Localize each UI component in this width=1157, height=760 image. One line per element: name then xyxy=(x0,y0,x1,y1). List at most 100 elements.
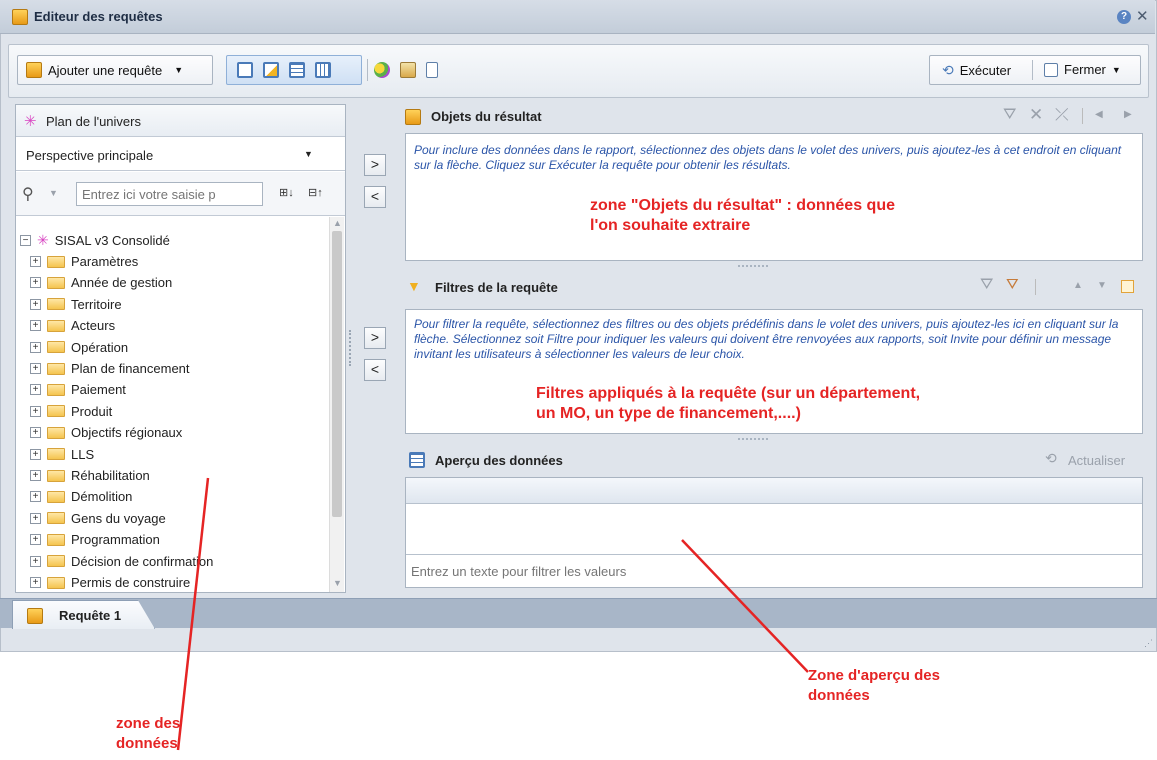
add-result-object-button[interactable]: > xyxy=(364,154,386,176)
add-filter-button[interactable]: > xyxy=(364,327,386,349)
perspective-value: Perspective principale xyxy=(26,148,154,163)
view-script-icon[interactable] xyxy=(426,62,438,78)
tree-scrollbar[interactable]: ▲ ▼ xyxy=(329,217,344,592)
filters-view-icon[interactable] xyxy=(263,62,279,78)
remove-result-object-button[interactable]: < xyxy=(364,186,386,208)
close-query-button[interactable]: Fermer ▼ xyxy=(1044,62,1121,77)
combined-queries-icon[interactable] xyxy=(374,62,390,78)
move-left-icon[interactable]: ◀ xyxy=(1095,109,1103,120)
scroll-down-icon[interactable]: ▼ xyxy=(333,578,342,588)
tree-folder-item[interactable]: + Territoire xyxy=(30,294,122,315)
filter-properties-icon[interactable] xyxy=(1121,280,1134,293)
refresh-icon[interactable]: ⟲ xyxy=(1045,450,1057,467)
splitter-grip[interactable] xyxy=(738,438,768,440)
expand-toggle-icon[interactable]: + xyxy=(30,491,41,503)
folder-icon xyxy=(47,405,65,418)
expand-toggle-icon[interactable]: + xyxy=(30,298,41,310)
object-filter-icon[interactable]: ⚲ xyxy=(22,184,34,204)
annotation-result-line1: zone "Objets du résultat" : données que xyxy=(590,197,895,214)
tree-folder-item[interactable]: + Objectifs régionaux xyxy=(30,422,182,443)
universe-panel-header: ✳ Plan de l'univers xyxy=(16,105,345,137)
tree-folder-item[interactable]: + Décision de confirmation xyxy=(30,551,213,572)
tree-folder-item[interactable]: + Acteurs xyxy=(30,315,115,336)
universe-search-bar: ⚲ ▼ ⊞↓ ⊟↑ xyxy=(16,172,345,216)
result-objects-view-icon[interactable] xyxy=(237,62,253,78)
tree-folder-item[interactable]: + Année de gestion xyxy=(30,272,172,293)
toolbar-separator xyxy=(1032,60,1033,80)
tree-folder-label: Démolition xyxy=(71,489,133,505)
tree-folder-item[interactable]: + LLS xyxy=(30,444,94,465)
tree-folder-label: Permis de construire xyxy=(71,575,191,590)
tree-folder-item[interactable]: + Paiement xyxy=(30,379,126,400)
data-grid-view-icon[interactable] xyxy=(289,62,305,78)
tree-folder-item[interactable]: + Permis de construire xyxy=(30,572,190,592)
expand-toggle-icon[interactable]: + xyxy=(30,577,41,588)
tree-folder-item[interactable]: + Réhabilitation xyxy=(30,465,150,486)
refresh-label[interactable]: Actualiser xyxy=(1068,453,1125,468)
expand-toggle-icon[interactable]: + xyxy=(30,512,41,524)
expand-toggle-icon[interactable]: + xyxy=(30,534,41,546)
expand-toggle-icon[interactable]: + xyxy=(30,341,41,353)
move-right-icon[interactable]: ▶ xyxy=(1124,109,1132,120)
add-filter-icon[interactable]: ⛛ xyxy=(1003,106,1016,124)
query-filters-hint: Pour filtrer la requête, sélectionnez de… xyxy=(414,317,1119,361)
run-query-button[interactable]: ⟲ Exécuter xyxy=(942,62,1011,79)
tree-root[interactable]: − ✳ SISAL v3 Consolidé xyxy=(20,230,170,251)
scroll-up-icon[interactable]: ▲ xyxy=(333,218,342,228)
expand-toggle-icon[interactable]: + xyxy=(30,470,41,481)
chevron-down-icon: ▼ xyxy=(304,149,313,159)
tree-folder-item[interactable]: + Opération xyxy=(30,337,128,358)
chevron-down-icon[interactable]: ▼ xyxy=(49,188,58,198)
annotation-data-line2: données xyxy=(116,735,178,752)
scrollbar-thumb[interactable] xyxy=(332,231,342,517)
tree-folder-label: LLS xyxy=(71,446,95,462)
predefined-filter-icon[interactable]: ⛛ xyxy=(1006,276,1019,293)
splitter-grip[interactable] xyxy=(349,330,352,366)
expand-toggle-icon[interactable]: + xyxy=(30,363,41,374)
query-properties-icon[interactable] xyxy=(400,62,416,78)
annotation-preview-line2: données xyxy=(808,687,870,704)
collapse-all-icon[interactable]: ⊟↑ xyxy=(308,186,323,199)
tree-folder-item[interactable]: + Programmation xyxy=(30,529,160,550)
universe-panel-title: Plan de l'univers xyxy=(46,114,141,129)
universe-search-input[interactable] xyxy=(76,182,263,206)
folder-icon xyxy=(47,341,65,354)
tree-folder-item[interactable]: + Gens du voyage xyxy=(30,508,166,529)
expand-toggle-icon[interactable]: + xyxy=(30,448,41,460)
expand-toggle-icon[interactable]: + xyxy=(30,320,41,332)
tree-folder-label: Gens du voyage xyxy=(71,510,166,526)
expand-toggle-icon[interactable]: + xyxy=(30,427,41,439)
preview-view-icon[interactable] xyxy=(315,62,331,78)
close-icon[interactable]: ✕ xyxy=(1136,7,1149,25)
perspective-select[interactable]: Perspective principale ▼ xyxy=(16,138,345,171)
expand-toggle-icon[interactable]: + xyxy=(30,384,41,396)
remove-all-icon[interactable]: ⤫ xyxy=(1055,105,1069,125)
tree-folder-item[interactable]: + Plan de financement xyxy=(30,358,190,379)
tab-query-1[interactable]: Requête 1 xyxy=(12,600,155,629)
annotation-data-line1: zone des xyxy=(116,715,181,732)
tree-folder-item[interactable]: + Produit xyxy=(30,401,112,422)
move-down-icon[interactable]: ▼ xyxy=(1097,280,1107,291)
close-label: Fermer xyxy=(1064,62,1106,77)
splitter-grip[interactable] xyxy=(738,265,768,267)
preview-column-header xyxy=(406,478,1142,504)
move-up-icon[interactable]: ▲ xyxy=(1073,280,1083,291)
expand-toggle-icon[interactable]: + xyxy=(30,405,41,417)
expand-all-icon[interactable]: ⊞↓ xyxy=(279,186,294,199)
expand-toggle-icon[interactable]: + xyxy=(30,256,41,267)
tree-folder-label: Produit xyxy=(71,403,113,419)
expand-toggle-icon[interactable]: + xyxy=(30,555,41,567)
add-query-button[interactable]: Ajouter une requête ▼ xyxy=(17,55,213,85)
preview-filter-input[interactable] xyxy=(406,556,1142,587)
help-icon[interactable]: ? xyxy=(1117,10,1131,24)
tree-folder-item[interactable]: + Paramètres xyxy=(30,251,138,272)
remove-filter-button[interactable]: < xyxy=(364,359,386,381)
add-filter-icon[interactable]: ⛛ xyxy=(980,276,993,294)
remove-icon[interactable]: ✕ xyxy=(1029,105,1043,125)
resize-grip-icon[interactable]: ⋰ xyxy=(1144,638,1153,649)
collapse-toggle-icon[interactable]: − xyxy=(20,235,31,246)
window-title: Editeur des requêtes xyxy=(34,9,163,24)
expand-toggle-icon[interactable]: + xyxy=(30,277,41,289)
folder-icon xyxy=(47,255,65,268)
tree-folder-item[interactable]: + Démolition xyxy=(30,486,132,507)
